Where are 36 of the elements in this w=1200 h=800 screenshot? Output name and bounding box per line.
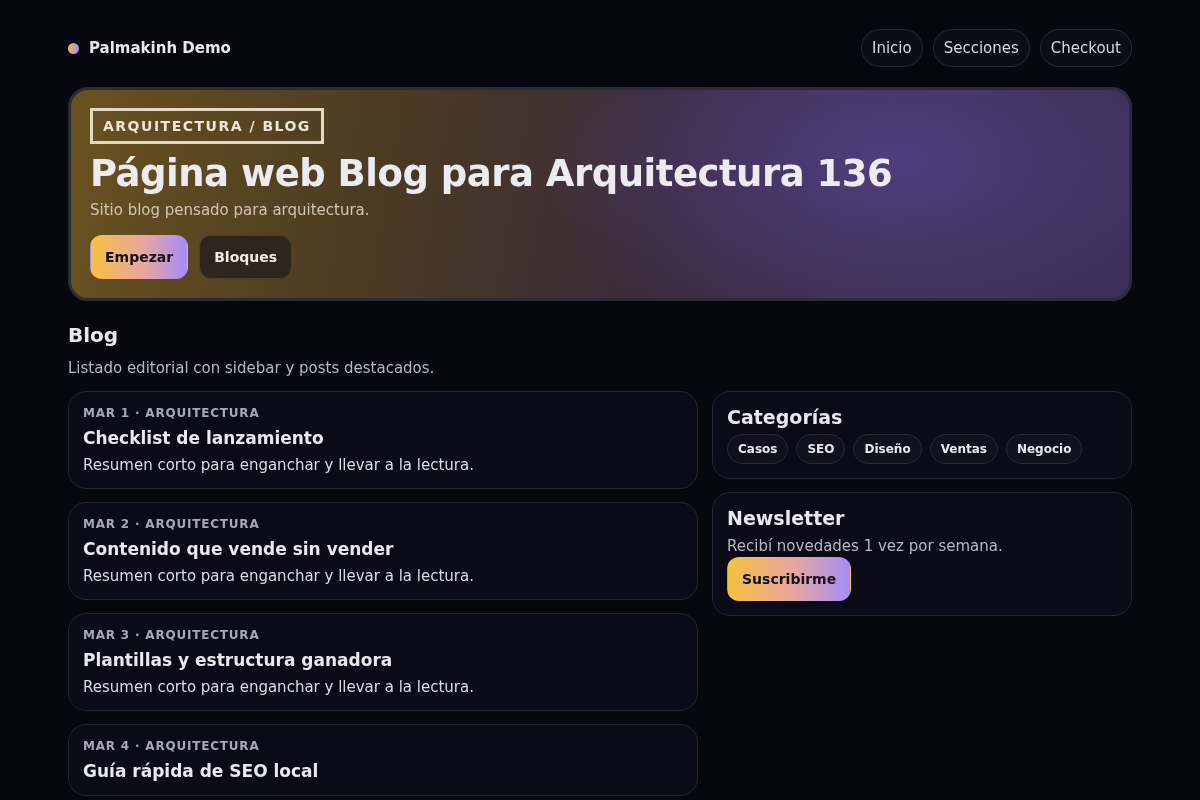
nav-link[interactable]: Checkout xyxy=(1039,29,1132,67)
post-title: Plantillas y estructura ganadora xyxy=(83,650,394,670)
post-title: Checklist de lanzamiento xyxy=(83,428,325,448)
category-chip[interactable]: SEO xyxy=(796,434,846,464)
post-card[interactable]: MAR 2 · ARQUITECTURA Contenido que vende sin vender Resumen corto para enganchar y llevar a la lectura. xyxy=(68,502,698,600)
hero-title: Página web Blog para Arquitectura 136 xyxy=(90,152,894,195)
post-meta: MAR 1 · ARQUITECTURA xyxy=(83,406,261,420)
hero-tag: ARQUITECTURA / BLOG xyxy=(90,108,324,144)
section-description: Listado editorial con sidebar y posts destacados. xyxy=(68,359,436,377)
newsletter-text: Recibí novedades 1 vez por semana. xyxy=(727,537,1004,555)
post-summary: Resumen corto para enganchar y llevar a la lectura. xyxy=(83,567,475,585)
section-title: Blog xyxy=(68,323,120,347)
brand-dot-icon xyxy=(68,42,79,54)
post-card[interactable]: MAR 3 · ARQUITECTURA Plantillas y estructura ganadora Resumen corto para enganchar y llevar a la lectura. xyxy=(68,613,698,711)
post-card[interactable]: MAR 1 · ARQUITECTURA Checklist de lanzamiento Resumen corto para enganchar y llevar a la lectura. xyxy=(68,391,698,489)
subscribe-button[interactable]: Suscribirme xyxy=(727,557,852,601)
post-title: Guía rápida de SEO local xyxy=(83,761,320,781)
post-title: Contenido que vende sin vender xyxy=(83,539,395,559)
post-meta: MAR 4 · ARQUITECTURA xyxy=(83,739,261,753)
newsletter-title: Newsletter xyxy=(727,507,846,529)
category-chip[interactable]: Ventas xyxy=(929,434,998,464)
nav-link[interactable]: Secciones xyxy=(932,29,1030,67)
post-summary: Resumen corto para enganchar y llevar a la lectura. xyxy=(83,456,475,474)
start-button[interactable]: Empezar xyxy=(90,235,189,279)
hero-subtitle: Sitio blog pensado para arquitectura. xyxy=(90,201,371,219)
post-meta: MAR 3 · ARQUITECTURA xyxy=(83,628,261,642)
post-meta: MAR 2 · ARQUITECTURA xyxy=(83,517,261,531)
nav-link[interactable]: Inicio xyxy=(860,29,923,67)
category-chip[interactable]: Diseño xyxy=(853,434,922,464)
brand-name: Palmakinh Demo xyxy=(89,39,231,57)
post-summary: Resumen corto para enganchar y llevar a la lectura. xyxy=(83,678,475,696)
post-card[interactable]: MAR 4 · ARQUITECTURA Guía rápida de SEO local xyxy=(68,724,698,796)
categories-title: Categorías xyxy=(727,406,844,428)
category-chip[interactable]: Casos xyxy=(727,434,789,464)
blocks-button[interactable]: Bloques xyxy=(199,235,293,279)
category-chip[interactable]: Negocio xyxy=(1005,434,1083,464)
